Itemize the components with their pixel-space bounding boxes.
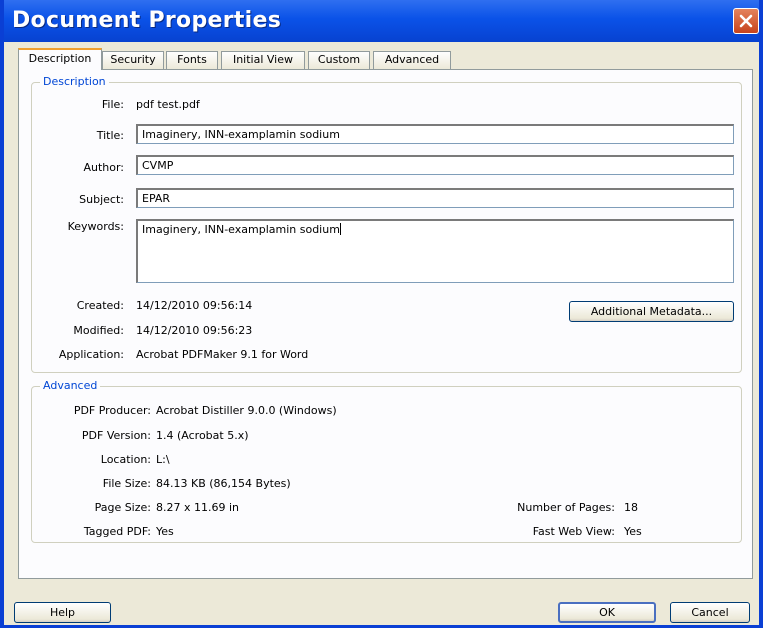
- tab-advanced[interactable]: Advanced: [373, 51, 451, 69]
- author-field[interactable]: CVMP: [136, 155, 734, 175]
- page-size-value: 8.27 x 11.69 in: [156, 501, 240, 514]
- pdf-producer-label: PDF Producer:: [73, 404, 151, 417]
- file-size-label: File Size:: [102, 477, 151, 490]
- created-label: Created:: [76, 299, 124, 312]
- title-bar[interactable]: Document Properties: [4, 0, 759, 42]
- text-cursor: [339, 223, 341, 235]
- tagged-pdf-value: Yes: [156, 525, 174, 538]
- file-size-value: 84.13 KB (86,154 Bytes): [156, 477, 291, 490]
- author-label: Author:: [83, 161, 124, 174]
- tab-security[interactable]: Security: [102, 51, 164, 69]
- advanced-group: Advanced PDF Producer: Acrobat Distiller…: [31, 379, 742, 543]
- application-label: Application:: [58, 348, 124, 361]
- number-of-pages-value: 18: [624, 501, 638, 514]
- tab-fonts[interactable]: Fonts: [166, 51, 218, 69]
- close-button[interactable]: [733, 8, 759, 34]
- ok-button[interactable]: OK: [558, 602, 656, 623]
- created-value: 14/12/2010 09:56:14: [136, 299, 253, 312]
- pdf-version-label: PDF Version:: [81, 429, 151, 442]
- tab-custom[interactable]: Custom: [308, 51, 370, 69]
- title-label: Title:: [96, 129, 124, 142]
- description-tab-panel: Description File: pdf test.pdf Title: Im…: [18, 69, 753, 579]
- fast-web-view-label: Fast Web View:: [532, 525, 615, 538]
- file-label: File:: [101, 98, 124, 111]
- keywords-field[interactable]: Imaginery, INN-examplamin sodium: [136, 219, 734, 283]
- tagged-pdf-label: Tagged PDF:: [83, 525, 151, 538]
- tab-initial-view[interactable]: Initial View: [221, 51, 305, 69]
- description-group: Description File: pdf test.pdf Title: Im…: [31, 75, 742, 373]
- modified-label: Modified:: [73, 324, 124, 337]
- close-icon: [739, 14, 753, 28]
- help-button[interactable]: Help: [14, 602, 111, 623]
- page-size-label: Page Size:: [94, 501, 151, 514]
- keywords-text: Imaginery, INN-examplamin sodium: [142, 223, 340, 236]
- title-field[interactable]: Imaginery, INN-examplamin sodium: [136, 124, 734, 144]
- document-properties-window: Document Properties Description Security…: [0, 0, 763, 628]
- description-group-title: Description: [40, 75, 109, 88]
- modified-value: 14/12/2010 09:56:23: [136, 324, 253, 337]
- number-of-pages-label: Number of Pages:: [517, 501, 615, 514]
- window-title: Document Properties: [12, 8, 282, 33]
- cancel-button[interactable]: Cancel: [670, 602, 750, 623]
- application-value: Acrobat PDFMaker 9.1 for Word: [136, 348, 309, 361]
- pdf-version-value: 1.4 (Acrobat 5.x): [156, 429, 249, 442]
- keywords-label: Keywords:: [67, 220, 124, 233]
- subject-field[interactable]: EPAR: [136, 188, 734, 208]
- fast-web-view-value: Yes: [624, 525, 642, 538]
- file-value: pdf test.pdf: [136, 98, 200, 111]
- tab-description[interactable]: Description: [18, 48, 102, 70]
- additional-metadata-button[interactable]: Additional Metadata...: [569, 301, 734, 322]
- location-label: Location:: [100, 453, 151, 466]
- subject-label: Subject:: [79, 193, 124, 206]
- pdf-producer-value: Acrobat Distiller 9.0.0 (Windows): [156, 404, 337, 417]
- advanced-group-title: Advanced: [40, 379, 101, 392]
- location-value: L:\: [156, 453, 170, 466]
